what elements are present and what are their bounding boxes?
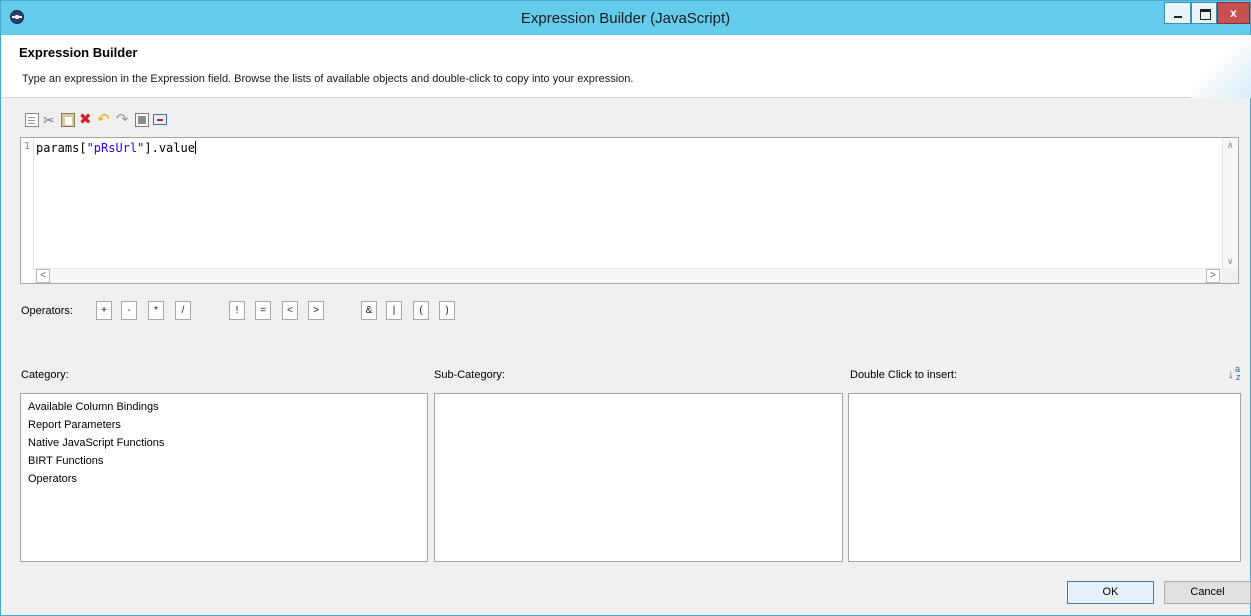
format-icon[interactable] [153, 114, 167, 125]
header-title: Expression Builder [19, 45, 138, 60]
delete-icon[interactable]: ✖ [79, 112, 93, 127]
expression-builder-dialog: Expression Builder (JavaScript) x Expres… [0, 0, 1251, 616]
operator-divide-button[interactable]: / [175, 301, 191, 320]
dialog-header: Expression Builder Type an expression in… [2, 35, 1251, 98]
scroll-right-icon[interactable]: > [1206, 269, 1220, 283]
category-list[interactable]: Available Column Bindings Report Paramet… [20, 393, 428, 562]
operator-minus-button[interactable]: - [121, 301, 137, 320]
cut-icon[interactable]: ✂ [43, 113, 57, 127]
select-all-icon[interactable] [135, 113, 149, 127]
operator-close-paren-button[interactable]: ) [439, 301, 455, 320]
scroll-down-icon[interactable]: ∨ [1227, 256, 1234, 267]
paste-icon[interactable] [61, 113, 75, 127]
expression-code[interactable]: params["pRsUrl"].value [36, 141, 196, 155]
operator-greater-than-button[interactable]: > [308, 301, 324, 320]
operator-open-paren-button[interactable]: ( [413, 301, 429, 320]
scroll-up-icon[interactable]: ∧ [1227, 140, 1234, 151]
code-string-literal: "pRsUrl" [86, 141, 145, 155]
window-title: Expression Builder (JavaScript) [520, 10, 731, 27]
line-number: 1 [24, 141, 31, 152]
line-number-gutter: 1 [21, 138, 34, 269]
category-label: Category: [21, 369, 69, 381]
insert-items-list[interactable] [848, 393, 1241, 562]
sort-arrow-icon: ↓ [1228, 367, 1234, 381]
code-text: ].value [144, 141, 195, 155]
vertical-scrollbar[interactable]: ∧ ∨ [1222, 138, 1238, 269]
ok-button[interactable]: OK [1067, 581, 1154, 604]
expression-editor[interactable]: 1 params["pRsUrl"].value ∧ ∨ < > [20, 137, 1239, 284]
operator-less-than-button[interactable]: < [282, 301, 298, 320]
redo-icon[interactable]: ↷ [116, 112, 130, 127]
code-text: params[ [36, 141, 87, 155]
category-item[interactable]: BIRT Functions [21, 452, 427, 470]
category-item[interactable]: Available Column Bindings [21, 398, 427, 416]
operator-and-button[interactable]: & [361, 301, 377, 320]
operators-label: Operators: [21, 305, 73, 317]
undo-icon[interactable]: ↶ [97, 112, 111, 127]
subcategory-list[interactable] [434, 393, 843, 562]
minimize-button[interactable] [1164, 2, 1191, 24]
text-caret [194, 141, 196, 154]
operator-multiply-button[interactable]: * [148, 301, 164, 320]
scrollbar-corner [1222, 268, 1238, 283]
insert-label: Double Click to insert: [850, 369, 957, 381]
sort-alphabetical-icon[interactable]: ↓ a z [1228, 364, 1246, 382]
category-item[interactable]: Report Parameters [21, 416, 427, 434]
operator-equals-button[interactable]: = [255, 301, 271, 320]
sort-z-glyph: z [1236, 372, 1241, 382]
operator-plus-button[interactable]: + [96, 301, 112, 320]
copy-icon[interactable] [25, 113, 39, 127]
header-banner-graphic [1191, 35, 1251, 98]
scroll-left-icon[interactable]: < [36, 269, 50, 283]
subcategory-label: Sub-Category: [434, 369, 505, 381]
horizontal-scrollbar[interactable]: < > [34, 268, 1222, 283]
maximize-button[interactable] [1191, 2, 1217, 24]
operator-or-button[interactable]: | [386, 301, 402, 320]
category-item[interactable]: Native JavaScript Functions [21, 434, 427, 452]
category-item[interactable]: Operators [21, 470, 427, 488]
title-bar[interactable]: Expression Builder (JavaScript) x [1, 1, 1250, 35]
close-button[interactable]: x [1217, 2, 1250, 24]
header-description: Type an expression in the Expression fie… [22, 73, 634, 85]
operator-not-button[interactable]: ! [229, 301, 245, 320]
cancel-button[interactable]: Cancel [1164, 581, 1251, 604]
